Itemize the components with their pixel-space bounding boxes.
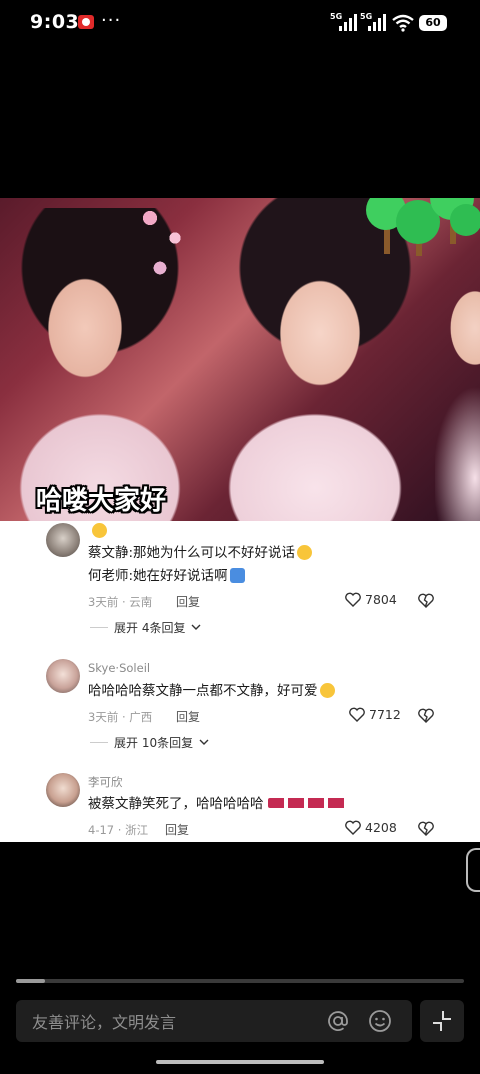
side-handle[interactable] [466, 848, 480, 892]
chevron-down-icon [199, 739, 209, 745]
screen-record-icon [78, 15, 94, 29]
comment-text: 哈哈哈哈蔡文静一点都不文静，好可爱 [88, 681, 335, 701]
emoji-icon [297, 545, 313, 560]
video-player[interactable]: 哈喽大家好 [0, 198, 480, 521]
comments-panel[interactable]: 蔡文静:那她为什么可以不好好说话 何老师:她在好好说话啊 3天前 · 云南 回复… [0, 521, 480, 842]
emoji-icon [92, 523, 107, 538]
comment-username[interactable]: 李可欣 [88, 774, 123, 790]
expand-replies-button[interactable]: 展开 4条回复 [90, 619, 201, 636]
like-count: 7804 [365, 592, 397, 607]
avatar[interactable] [46, 523, 80, 557]
emoji-icon [229, 568, 245, 583]
reply-button[interactable]: 回复 [176, 593, 200, 610]
at-icon[interactable] [326, 1009, 350, 1033]
playback-progress-fill [16, 979, 46, 983]
reply-button[interactable]: 回复 [176, 708, 200, 725]
emoji-icon [319, 683, 335, 698]
comment-meta: 4-17 · 浙江 [88, 823, 149, 837]
battery-indicator: 60 [419, 15, 447, 31]
avatar[interactable] [46, 773, 80, 807]
signal-icon-2 [368, 14, 386, 31]
signal-icon-1 [339, 14, 357, 31]
expand-replies-button[interactable]: 展开 10条回复 [90, 734, 209, 751]
tree-sticker [366, 198, 480, 256]
broken-heart-icon[interactable] [418, 821, 434, 836]
broken-heart-icon[interactable] [418, 708, 434, 723]
comment-text: 被蔡文静笑死了，哈哈哈哈哈 [88, 794, 346, 814]
like-count: 7712 [369, 707, 401, 722]
comment-meta: 3天前 · 云南 [88, 595, 153, 609]
divider [90, 627, 108, 628]
comment-username[interactable]: Skye·Soleil [88, 661, 150, 675]
like-button[interactable]: 7712 [349, 707, 401, 722]
sticker-emojis [267, 798, 346, 808]
video-caption: 哈喽大家好 [36, 486, 167, 516]
heart-icon [345, 820, 361, 835]
chevron-down-icon [191, 624, 201, 630]
broken-heart-icon[interactable] [418, 593, 434, 608]
comment-input-box[interactable] [16, 1000, 412, 1044]
playback-progress-bar[interactable] [16, 979, 464, 983]
comment-text: 蔡文静:那她为什么可以不好好说话 [88, 543, 313, 563]
like-button[interactable]: 7804 [345, 592, 397, 607]
notification-dots: ··· [101, 10, 122, 31]
avatar[interactable] [46, 659, 80, 693]
like-count: 4208 [365, 820, 397, 835]
heart-icon [345, 592, 361, 607]
comment-input[interactable] [30, 1000, 324, 1044]
hair-flowers [120, 198, 200, 288]
status-bar: 9:03 ··· 5G 5G 60 [0, 0, 480, 46]
clock: 9:03 [30, 11, 80, 33]
reply-button[interactable]: 回复 [165, 821, 189, 838]
home-indicator[interactable] [156, 1060, 324, 1064]
comment-meta: 3天前 · 广西 [88, 710, 153, 724]
divider [90, 742, 108, 743]
video-person-right [435, 228, 480, 521]
smile-icon[interactable] [368, 1009, 392, 1033]
comment-text: 何老师:她在好好说话啊 [88, 566, 245, 586]
expand-icon [433, 1011, 451, 1031]
wifi-icon [392, 14, 414, 32]
heart-icon [349, 707, 365, 722]
like-button[interactable]: 4208 [345, 820, 397, 835]
expand-button[interactable] [420, 1000, 464, 1042]
